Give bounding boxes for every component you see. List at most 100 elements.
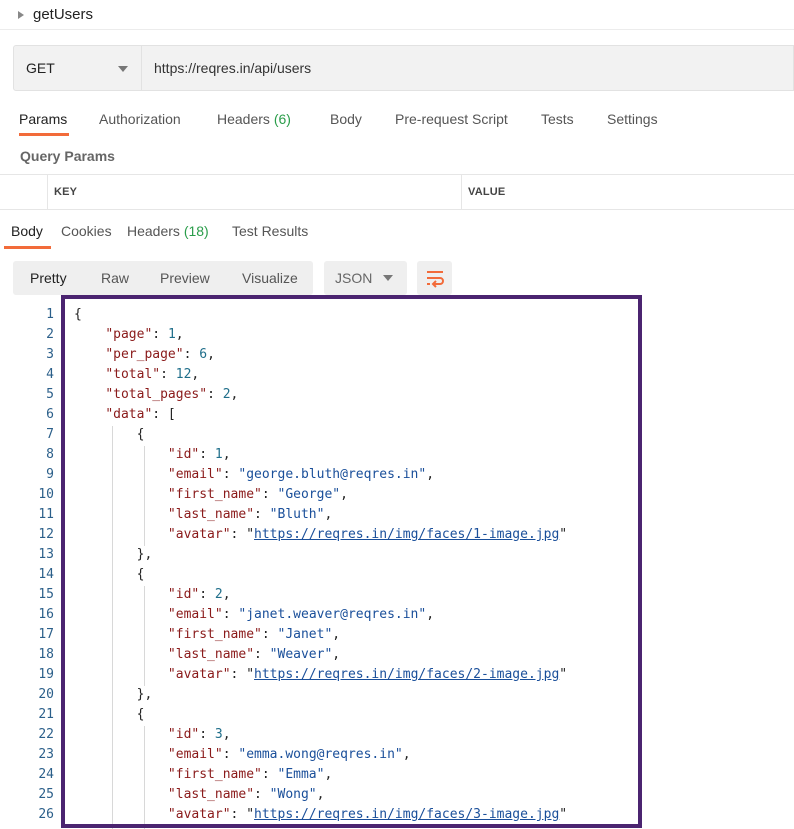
line-number: 6: [46, 407, 54, 422]
line-number: 21: [38, 707, 54, 722]
tab-count: (18): [183, 223, 209, 239]
tab-label: Pre-request Script: [395, 111, 508, 127]
code-line: 18 "last_name": "Weaver",: [0, 645, 794, 665]
code-line: 22 "id": 3,: [0, 725, 794, 745]
code-text: "avatar": "https://reqres.in/img/faces/1…: [167, 527, 568, 542]
line-number: 15: [38, 587, 54, 602]
tab-response-headers[interactable]: Headers (18): [127, 216, 209, 249]
code-line: 16 "email": "janet.weaver@reqres.in",: [0, 605, 794, 625]
code-line: 8 "id": 1,: [0, 445, 794, 465]
line-number: 11: [38, 507, 54, 522]
code-text: "id": 2,: [167, 587, 231, 602]
request-name: getUsers: [33, 6, 94, 23]
tab-params[interactable]: Params: [19, 104, 69, 136]
tab-label: Test Results: [232, 223, 309, 239]
code-text: "id": 1,: [167, 447, 231, 462]
tab-headers[interactable]: Headers (6): [217, 104, 291, 136]
tab-label: Settings: [607, 111, 658, 127]
line-number: 8: [46, 447, 54, 462]
format-select[interactable]: JSON: [324, 261, 407, 295]
code-text: "last_name": "Bluth",: [167, 507, 333, 522]
code-text: "first_name": "Janet",: [167, 627, 341, 642]
tab-label: Body: [330, 111, 362, 127]
line-number: 2: [46, 327, 54, 342]
pretty-button[interactable]: Pretty: [30, 261, 67, 295]
request-tabs: Params Authorization Headers (6) Body Pr…: [0, 104, 794, 136]
code-text: "last_name": "Wong",: [167, 787, 325, 802]
line-number: 3: [46, 347, 54, 362]
value-column-header: VALUE: [468, 186, 506, 198]
line-number: 22: [38, 727, 54, 742]
chevron-down-icon: [383, 275, 393, 281]
code-line: 26 "avatar": "https://reqres.in/img/face…: [0, 805, 794, 825]
visualize-button[interactable]: Visualize: [242, 261, 298, 295]
code-text: "first_name": "George",: [167, 487, 348, 502]
code-line: 20 },: [0, 685, 794, 705]
tab-settings[interactable]: Settings: [607, 104, 658, 136]
code-text: },: [74, 547, 153, 562]
line-number: 16: [38, 607, 54, 622]
code-text: "first_name": "Emma",: [167, 767, 333, 782]
request-name-row[interactable]: getUsers: [0, 0, 794, 30]
code-text: {: [74, 307, 82, 322]
code-text: "email": "emma.wong@reqres.in",: [167, 747, 411, 762]
code-line: 23 "email": "emma.wong@reqres.in",: [0, 745, 794, 765]
line-number: 25: [38, 787, 54, 802]
format-label: JSON: [335, 270, 373, 286]
code-text: "per_page": 6,: [105, 347, 215, 362]
code-text: {: [74, 707, 145, 722]
line-number: 5: [46, 387, 54, 402]
code-line: 10 "first_name": "George",: [0, 485, 794, 505]
preview-button[interactable]: Preview: [160, 261, 210, 295]
expand-caret-icon[interactable]: [18, 10, 24, 19]
code-text: "email": "janet.weaver@reqres.in",: [167, 607, 435, 622]
line-number: 19: [38, 667, 54, 682]
raw-button[interactable]: Raw: [101, 261, 129, 295]
code-line: 2 "page": 1,: [0, 325, 794, 345]
tab-tests[interactable]: Tests: [541, 104, 574, 136]
line-number: 1: [46, 307, 54, 322]
query-params-title: Query Params: [20, 148, 115, 164]
tab-pre-request-script[interactable]: Pre-request Script: [395, 104, 508, 136]
code-line: 6 "data": [: [0, 405, 794, 425]
tab-count: (6): [273, 111, 291, 127]
tab-authorization[interactable]: Authorization: [99, 104, 181, 136]
column-divider: [461, 175, 462, 209]
chevron-down-icon: [118, 66, 128, 72]
code-line: 13 },: [0, 545, 794, 565]
tab-test-results[interactable]: Test Results: [232, 216, 308, 249]
code-line: 17 "first_name": "Janet",: [0, 625, 794, 645]
code-line: 12 "avatar": "https://reqres.in/img/face…: [0, 525, 794, 545]
code-text: "email": "george.bluth@reqres.in",: [167, 467, 435, 482]
wrap-lines-button[interactable]: [417, 261, 452, 295]
url-input[interactable]: https://reqres.in/api/users: [142, 45, 794, 91]
tab-body[interactable]: Body: [330, 104, 362, 136]
tab-cookies[interactable]: Cookies: [61, 216, 112, 249]
line-number: 14: [38, 567, 54, 582]
code-line: 15 "id": 2,: [0, 585, 794, 605]
tab-label: Authorization: [99, 111, 181, 127]
code-text: "avatar": "https://reqres.in/img/faces/2…: [167, 667, 568, 682]
code-text: "total": 12,: [105, 367, 200, 382]
code-text: {: [74, 427, 145, 442]
tab-label: Body: [11, 223, 43, 239]
tab-label: Params: [19, 111, 68, 127]
code-text: "page": 1,: [105, 327, 184, 342]
tab-response-body[interactable]: Body: [4, 216, 51, 249]
tab-label: Cookies: [61, 223, 112, 239]
code-text: },: [74, 687, 153, 702]
code-line: 14 {: [0, 565, 794, 585]
method-select[interactable]: GET: [13, 45, 142, 91]
code-line: 24 "first_name": "Emma",: [0, 765, 794, 785]
code-line: 11 "last_name": "Bluth",: [0, 505, 794, 525]
response-body-code[interactable]: 1 {2 "page": 1, 3 "per_page": 6, 4 "total":…: [0, 303, 794, 829]
line-number: 17: [38, 627, 54, 642]
line-number: 26: [38, 807, 54, 822]
code-line: 4 "total": 12,: [0, 365, 794, 385]
response-tabs: Body Cookies Headers (18) Test Results: [0, 216, 794, 250]
column-divider: [47, 175, 48, 209]
tab-label: Headers: [217, 111, 270, 127]
line-number: 10: [38, 487, 54, 502]
code-text: "total_pages": 2,: [105, 387, 239, 402]
line-number: 23: [38, 747, 54, 762]
